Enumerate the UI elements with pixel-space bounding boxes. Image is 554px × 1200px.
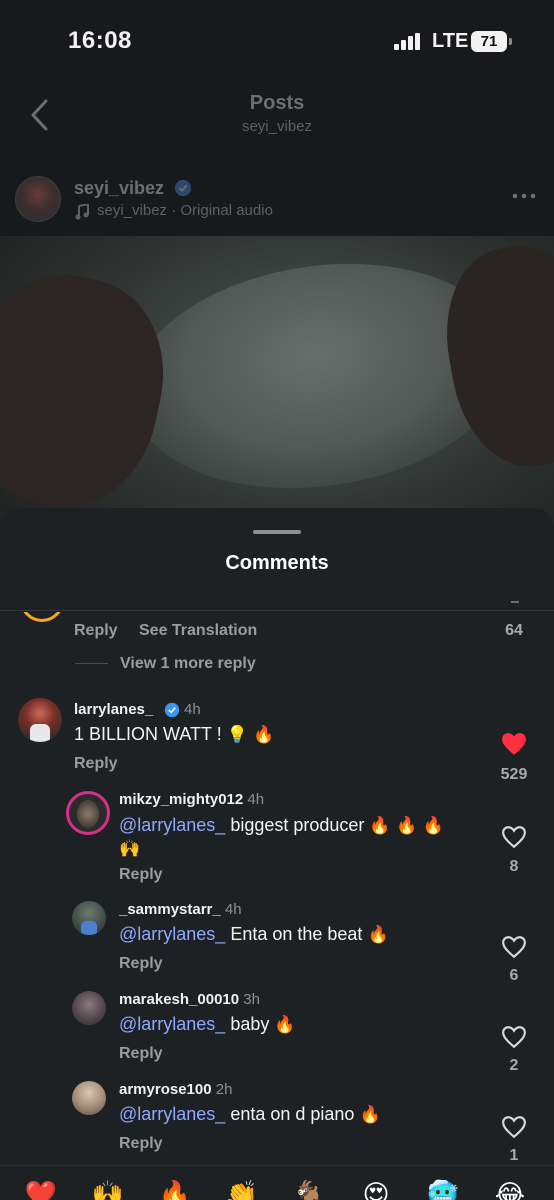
post-view-background: 16:08 LTE 71 Posts seyi_vibez seyi_vibez… xyxy=(0,0,554,566)
mention-link[interactable]: @larrylanes_ xyxy=(119,815,225,835)
reply-body: enta on d piano xyxy=(225,1104,360,1124)
reply-time: 3h xyxy=(243,991,260,1008)
avatar-figure-shape xyxy=(30,724,50,742)
reaction-cold-face-icon[interactable]: 🥶 xyxy=(426,1178,460,1200)
reply-avatar[interactable] xyxy=(72,991,106,1025)
comment-time: 4h xyxy=(184,701,201,718)
like-count: 529 xyxy=(500,766,528,783)
reply-button[interactable]: Reply xyxy=(74,755,118,773)
sheet-title: Comments xyxy=(225,552,329,574)
view-replies-line xyxy=(75,663,108,664)
reaction-heart-eyes-icon[interactable]: 😍 xyxy=(359,1178,393,1200)
reply-time: 2h xyxy=(215,1081,233,1098)
reply-button[interactable]: Reply xyxy=(119,1045,163,1063)
heart-outline-icon[interactable] xyxy=(501,935,527,959)
verified-badge-icon xyxy=(164,702,180,718)
mention-link[interactable]: @larrylanes_ xyxy=(119,924,225,944)
reply-emoji: 🔥 xyxy=(274,1015,296,1035)
reply-body: Enta on the beat xyxy=(225,924,368,944)
username-text[interactable]: larrylanes_ xyxy=(74,701,153,718)
reply-avatar[interactable] xyxy=(66,791,110,835)
comment-emoji: 💡 🔥 xyxy=(226,725,275,745)
comments-sheet: Comments Reply See Translation 64 View 1… xyxy=(0,508,554,1200)
reply-emoji: 🔥 xyxy=(359,1105,381,1125)
heart-outline-icon[interactable] xyxy=(501,1025,527,1049)
more-options-icon[interactable] xyxy=(512,192,536,200)
post-header: seyi_vibez seyi_vibez · Original audio xyxy=(0,168,554,232)
reply-button[interactable]: Reply xyxy=(74,622,118,640)
reaction-fire-icon[interactable]: 🔥 xyxy=(158,1178,192,1200)
reply-emoji: 🔥 xyxy=(367,925,389,945)
page-subtitle: seyi_vibez xyxy=(241,118,313,135)
nav-header: Posts seyi_vibez xyxy=(0,80,554,160)
status-bar: 16:08 LTE 71 xyxy=(0,0,554,80)
battery-icon: 71 xyxy=(471,31,512,52)
post-author-username[interactable]: seyi_vibez xyxy=(74,178,164,199)
status-time: 16:08 xyxy=(68,27,132,54)
reaction-clap-icon[interactable]: 👏 xyxy=(225,1178,259,1200)
avatar-figure-shape xyxy=(77,800,99,828)
heart-outline-icon[interactable] xyxy=(501,1115,527,1139)
comment-avatar[interactable] xyxy=(18,698,62,742)
reply-time: 4h xyxy=(247,791,265,808)
mention-link[interactable]: @larrylanes_ xyxy=(119,1104,225,1124)
partial-comment-avatar[interactable] xyxy=(20,612,64,622)
network-label: LTE xyxy=(432,30,469,52)
comment-username[interactable]: larrylanes_ xyxy=(74,701,153,718)
like-count: 6 xyxy=(509,967,519,984)
username-text[interactable]: mikzy_mighty012 xyxy=(119,791,243,808)
reaction-laughing-icon[interactable]: 😂 xyxy=(493,1178,527,1200)
like-count: 1 xyxy=(509,1147,519,1164)
reply-emoji-line2: 🙌 xyxy=(119,839,141,859)
verified-badge-icon xyxy=(174,179,192,197)
post-audio-label[interactable]: seyi_vibez · Original audio xyxy=(97,202,273,219)
reply-text: @larrylanes_ enta on d piano 🔥 xyxy=(119,1104,381,1125)
view-more-replies-button[interactable]: View 1 more reply xyxy=(120,655,256,673)
like-count: 2 xyxy=(509,1057,519,1074)
like-count: 8 xyxy=(509,858,519,875)
comment-text: 1 BILLION WATT ! 💡 🔥 xyxy=(74,724,274,745)
reply-username[interactable]: mikzy_mighty012 4h xyxy=(119,791,264,808)
reply-button[interactable]: Reply xyxy=(119,1135,163,1153)
reply-username[interactable]: marakesh_00010 3h xyxy=(119,991,260,1008)
heart-outline-icon[interactable] xyxy=(501,825,527,849)
sheet-drag-handle[interactable] xyxy=(253,530,301,534)
reaction-goat-icon[interactable]: 🐐 xyxy=(292,1178,326,1200)
reply-avatar[interactable] xyxy=(72,901,106,935)
reply-text: @larrylanes_ Enta on the beat 🔥 xyxy=(119,924,389,945)
see-translation-button[interactable]: See Translation xyxy=(139,622,257,640)
comment-body: 1 BILLION WATT ! xyxy=(74,724,222,744)
sheet-divider xyxy=(0,610,554,611)
username-text[interactable]: _sammystarr_ xyxy=(119,901,221,918)
partial-heart-icon xyxy=(511,601,519,604)
reply-text: @larrylanes_ biggest producer 🔥 🔥 🔥 xyxy=(119,815,444,836)
reply-time: 4h xyxy=(224,901,242,918)
reply-text: @larrylanes_ baby 🔥 xyxy=(119,1014,296,1035)
media-hand-left-shape xyxy=(0,258,182,524)
reply-body: baby xyxy=(225,1014,275,1034)
avatar-figure-shape xyxy=(81,921,97,935)
reply-username[interactable]: armyrose100 2h xyxy=(119,1081,232,1098)
reaction-heart-icon[interactable]: ❤️ xyxy=(24,1178,58,1200)
reply-avatar[interactable] xyxy=(72,1081,106,1115)
like-count: 64 xyxy=(505,622,523,639)
page-title: Posts xyxy=(249,92,305,114)
username-text[interactable]: armyrose100 xyxy=(119,1081,212,1098)
reaction-raised-hands-icon[interactable]: 🙌 xyxy=(91,1178,125,1200)
music-note-icon xyxy=(75,204,89,220)
reply-emoji: 🔥 🔥 🔥 xyxy=(369,816,444,836)
reply-body: biggest producer xyxy=(225,815,370,835)
reply-button[interactable]: Reply xyxy=(119,955,163,973)
heart-filled-icon[interactable] xyxy=(501,732,527,756)
post-author-avatar[interactable] xyxy=(15,176,61,222)
quick-reaction-bar: ❤️ 🙌 🔥 👏 🐐 😍 🥶 😂 xyxy=(0,1165,554,1200)
mention-link[interactable]: @larrylanes_ xyxy=(119,1014,225,1034)
signal-icon xyxy=(394,33,422,50)
reply-button[interactable]: Reply xyxy=(119,866,163,884)
reply-username[interactable]: _sammystarr_ 4h xyxy=(119,901,242,918)
username-text[interactable]: marakesh_00010 xyxy=(119,991,239,1008)
